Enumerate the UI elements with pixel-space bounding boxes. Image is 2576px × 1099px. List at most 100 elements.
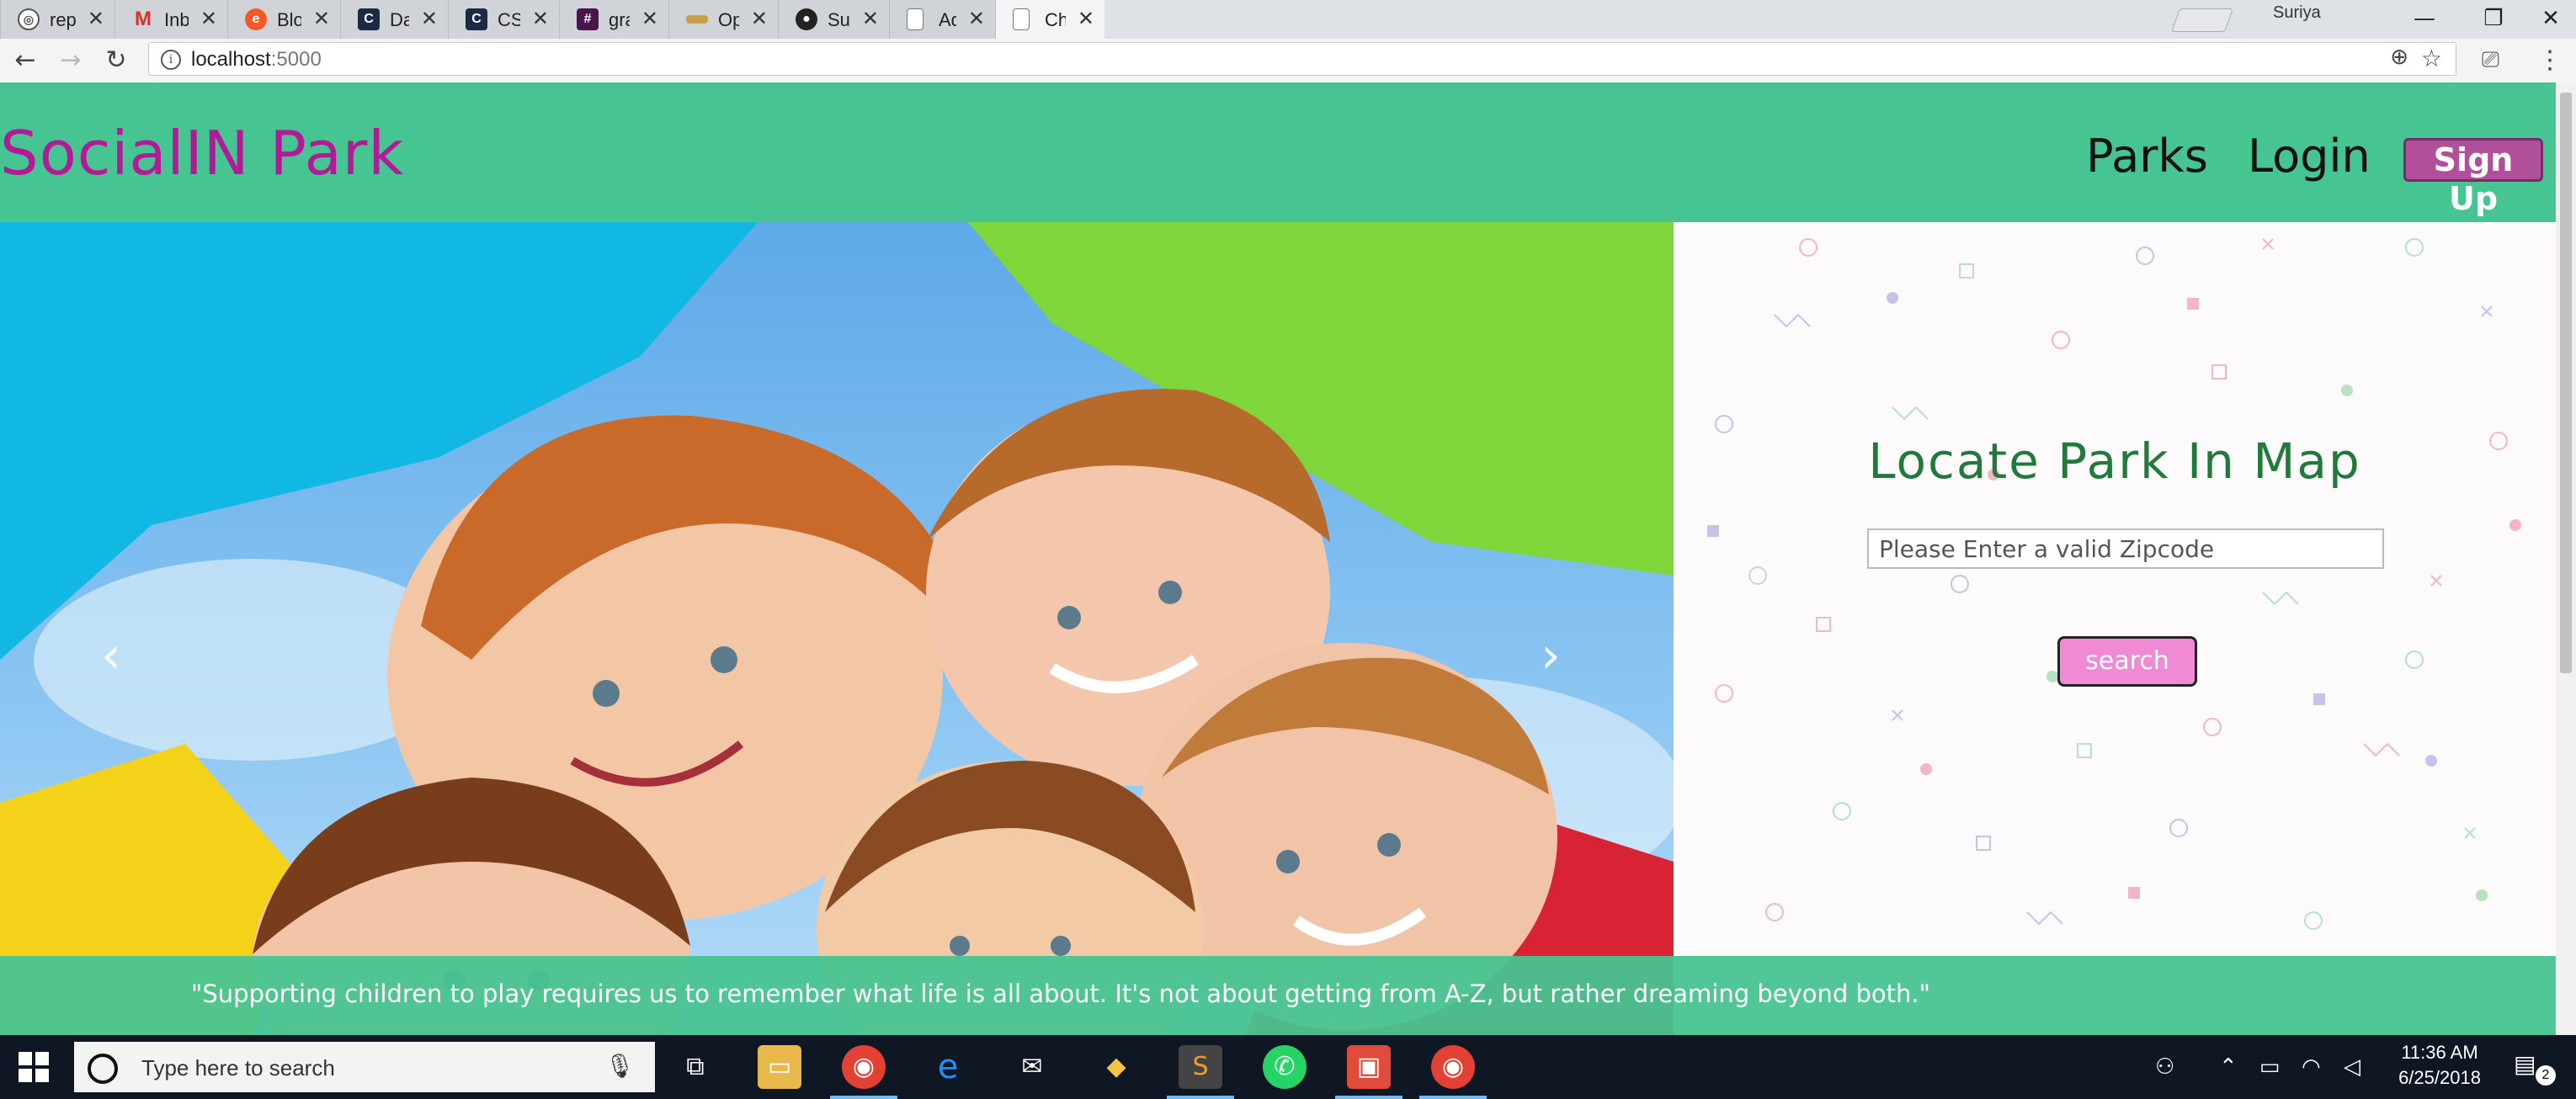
nav-link-parks[interactable]: Parks [2086, 130, 2208, 183]
back-icon[interactable]: ← [8, 44, 42, 77]
chrome-icon[interactable]: ◉ [1419, 1045, 1487, 1099]
github-icon: ● [796, 8, 817, 30]
app-icon[interactable]: ◆ [1094, 1045, 1138, 1089]
chevron-right-icon[interactable]: › [1541, 626, 1561, 685]
tab-gratitude[interactable]: # gratitude | H ✕ [559, 0, 668, 39]
scrollbar-thumb[interactable] [2560, 93, 2572, 673]
volume-icon[interactable]: ◁ [2344, 1054, 2360, 1080]
address-bar[interactable]: i localhost:5000 ⊕ ☆ [148, 42, 2456, 76]
zipcode-input[interactable] [1867, 528, 2384, 569]
battery-icon[interactable]: ▭ [2259, 1054, 2281, 1080]
taskbar-search-placeholder: Type here to search [141, 1055, 335, 1080]
chevron-up-icon[interactable]: ⌃ [2219, 1054, 2238, 1080]
browser-toolbar: ← → ↻ i localhost:5000 ⊕ ☆ [0, 39, 2576, 83]
zoom-icon[interactable]: ⊕ [2390, 45, 2408, 70]
menu-icon[interactable]: ⋮ [2537, 45, 2563, 75]
chevron-left-icon[interactable]: ‹ [101, 626, 121, 685]
microphone-icon[interactable]: 🎙 [604, 1052, 635, 1080]
forward-icon[interactable]: → [54, 44, 88, 77]
close-icon[interactable]: ✕ [862, 7, 879, 31]
info-icon[interactable]: i [161, 50, 181, 70]
nav-link-login[interactable]: Login [2248, 130, 2371, 183]
tab-title: Open Play [718, 9, 739, 30]
close-icon[interactable]: ✕ [968, 7, 985, 31]
new-tab-button[interactable] [2170, 8, 2234, 32]
chrome-icon[interactable]: ◉ [830, 1045, 897, 1099]
minimize-icon[interactable]: — [2391, 2, 2458, 35]
tab-title: Inbox (24) - s [164, 9, 189, 30]
slack-icon: # [577, 8, 599, 30]
search-button[interactable]: search [2057, 636, 2197, 687]
tab-title: Childrenpark [1045, 9, 1066, 30]
clock-date: 6/25/2018 [2398, 1067, 2481, 1088]
tab-title: gratitude | H [609, 9, 630, 30]
hero-photo [0, 222, 1674, 1035]
people-icon[interactable]: ⚇ [2155, 1054, 2174, 1080]
taskbar-search-box[interactable]: Type here to search 🎙 [74, 1042, 655, 1092]
reload-icon[interactable]: ↻ [99, 44, 133, 77]
window-close-icon[interactable]: ✕ [2517, 2, 2576, 35]
url-text[interactable]: localhost:5000 [191, 48, 322, 72]
hero-carousel: ‹ › [0, 222, 1674, 1035]
blockchain-course-icon: e [245, 8, 267, 30]
close-icon[interactable]: ✕ [421, 7, 438, 31]
replit-icon: ◎ [18, 8, 40, 30]
tab-cspa[interactable]: C CSPA Exam T ✕ [448, 0, 559, 39]
tab-childrenpark[interactable]: Childrenpark ✕ [995, 0, 1104, 39]
quote-banner: "Supporting children to play requires us… [0, 956, 2556, 1035]
page-scrollbar[interactable] [2556, 82, 2576, 1035]
profile-name[interactable]: Suriya [2273, 3, 2321, 23]
mail-icon[interactable]: ✉ [1010, 1045, 1054, 1089]
tab-add-screen[interactable]: Add a screen ✕ [889, 0, 995, 39]
tab-title: Dashboard [390, 9, 409, 30]
tab-title: CSPA Exam T [498, 9, 520, 30]
confetti-background [1707, 238, 2521, 930]
tab-gmail[interactable]: M Inbox (24) - s ✕ [114, 0, 227, 39]
notification-count: 2 [2536, 1065, 2556, 1086]
file-explorer-icon[interactable]: ▭ [758, 1045, 801, 1089]
brand-logo[interactable]: SocialIN Park [0, 118, 404, 188]
locate-panel: Locate Park In Map search [1674, 222, 2556, 980]
cortana-icon [88, 1054, 118, 1084]
windows-taskbar: Type here to search 🎙 ⧉ ▭ ◉ e ✉ ◆ S ✆ ▣ … [0, 1035, 2576, 1099]
wifi-icon[interactable]: ◠ [2302, 1054, 2321, 1080]
codio-icon: C [358, 8, 380, 30]
url-port: :5000 [270, 48, 322, 71]
task-view-icon[interactable]: ⧉ [673, 1045, 717, 1089]
locate-title: Locate Park In Map [1868, 433, 2361, 490]
tab-title: Add a screen [939, 9, 956, 30]
tab-blockchain[interactable]: e Blockchain C ✕ [227, 0, 340, 39]
tab-title: Blockchain C [277, 9, 301, 30]
tab-github[interactable]: ● SuriyaMohan ✕ [778, 0, 889, 39]
bookmark-star-icon[interactable]: ☆ [2421, 45, 2442, 72]
site-navbar: SocialIN Park Parks Login Sign Up [0, 82, 2556, 222]
page-icon [907, 8, 923, 30]
site-icon [686, 15, 708, 24]
cast-icon[interactable]: ⎚ [2482, 47, 2499, 73]
sign-up-button[interactable]: Sign Up [2403, 138, 2543, 217]
tab-title: repl.it - brigh [50, 9, 76, 30]
codio-icon: C [466, 8, 487, 30]
tab-title: SuriyaMohan [828, 9, 850, 30]
close-icon[interactable]: ✕ [1078, 7, 1094, 31]
quote-text: "Supporting children to play requires us… [191, 980, 1930, 1008]
tab-dashboard[interactable]: C Dashboard ✕ [340, 0, 448, 39]
page-icon [1013, 8, 1030, 30]
app-icon[interactable]: ▣ [1335, 1045, 1402, 1099]
windows-start-icon[interactable] [19, 1052, 49, 1082]
close-icon[interactable]: ✕ [313, 7, 330, 31]
sublime-text-icon[interactable]: S [1167, 1045, 1234, 1099]
close-icon[interactable]: ✕ [641, 7, 658, 31]
gmail-icon: M [135, 8, 152, 30]
close-icon[interactable]: ✕ [751, 7, 768, 31]
taskbar-clock[interactable]: 11:36 AM 6/25/2018 [2381, 1040, 2499, 1091]
tab-open-play[interactable]: Open Play ✕ [668, 0, 778, 39]
close-icon[interactable]: ✕ [532, 7, 549, 31]
clock-time: 11:36 AM [2401, 1042, 2478, 1063]
whatsapp-icon[interactable]: ✆ [1263, 1045, 1307, 1089]
edge-icon[interactable]: e [926, 1045, 970, 1089]
tab-replit[interactable]: ◎ repl.it - brigh ✕ [0, 0, 114, 39]
close-icon[interactable]: ✕ [200, 7, 217, 31]
close-icon[interactable]: ✕ [88, 7, 104, 31]
url-host: localhost [191, 48, 271, 71]
